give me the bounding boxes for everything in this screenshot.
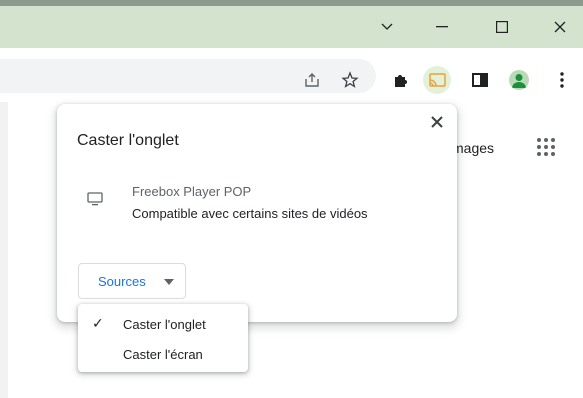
menu-item-label: Caster l'onglet (123, 317, 206, 332)
close-icon (431, 116, 443, 128)
menu-item-caster-onglet[interactable]: ✓ Caster l'onglet (78, 310, 248, 338)
cast-dialog-title: Caster l'onglet (77, 132, 179, 149)
close-icon (554, 21, 566, 33)
share-icon[interactable] (298, 66, 326, 94)
sources-button[interactable]: Sources (78, 263, 186, 299)
minimize-icon (436, 26, 448, 28)
checkmark-icon: ✓ (92, 315, 104, 331)
images-link[interactable]: mages (452, 140, 494, 156)
profile-avatar[interactable] (509, 70, 529, 90)
chevron-down-icon (381, 23, 393, 30)
device-description: Compatible avec certains sites de vidéos (132, 206, 368, 221)
menu-item-label: Caster l'écran (123, 347, 203, 362)
more-menu-button[interactable] (548, 66, 576, 94)
apps-grid-icon[interactable] (537, 138, 555, 156)
person-icon (512, 74, 526, 88)
bookmark-star-icon[interactable] (336, 66, 364, 94)
page-left-edge (0, 102, 8, 398)
dropdown-caret-icon (164, 279, 174, 285)
side-panel-icon[interactable] (466, 66, 494, 94)
maximize-icon (496, 21, 508, 33)
sources-button-label: Sources (98, 274, 146, 289)
tab-search-button[interactable] (364, 6, 410, 48)
monitor-icon (87, 192, 103, 211)
more-vert-icon (560, 72, 564, 88)
extensions-puzzle-icon[interactable] (387, 66, 415, 94)
close-window-button[interactable] (537, 6, 583, 48)
sources-menu: ✓ Caster l'onglet Caster l'écran (78, 304, 248, 372)
cast-dialog: Caster l'onglet Freebox Player POP Compa… (57, 104, 457, 322)
menu-item-caster-ecran[interactable]: Caster l'écran (78, 340, 248, 368)
cast-button[interactable] (423, 66, 451, 94)
cast-dialog-close-button[interactable] (425, 110, 449, 134)
minimize-button[interactable] (419, 6, 465, 48)
cast-icon (429, 73, 446, 87)
maximize-button[interactable] (479, 6, 525, 48)
device-name[interactable]: Freebox Player POP (132, 184, 251, 199)
